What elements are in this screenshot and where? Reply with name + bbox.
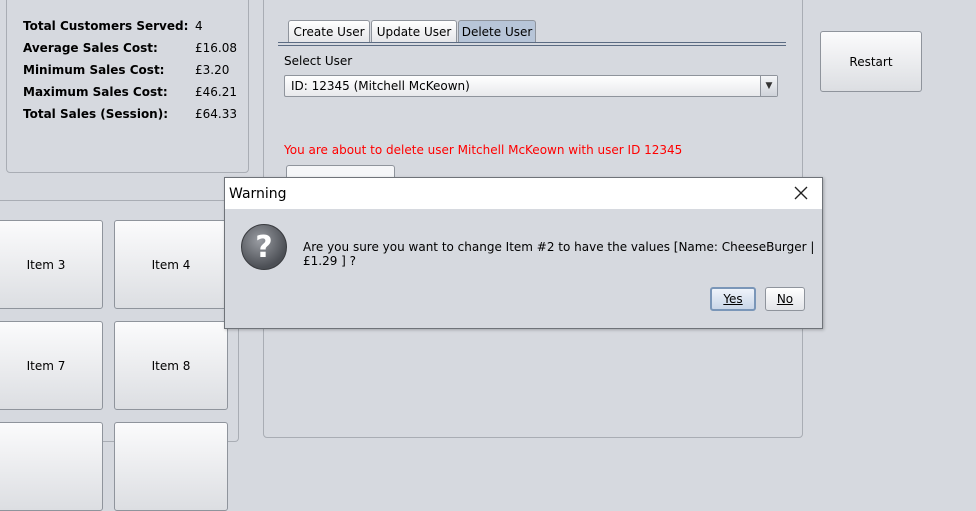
- item-button[interactable]: Item 3: [0, 220, 103, 309]
- item-button-partial[interactable]: [114, 422, 228, 511]
- stat-label: Average Sales Cost:: [23, 41, 158, 55]
- chevron-down-icon[interactable]: ▼: [760, 76, 777, 96]
- dialog-message: Are you sure you want to change Item #2 …: [303, 240, 815, 268]
- item-button-partial[interactable]: [0, 422, 103, 511]
- yes-button[interactable]: Yes: [710, 287, 756, 311]
- tab-create-user[interactable]: Create User: [288, 20, 370, 42]
- stat-value: £46.21: [195, 85, 237, 99]
- stats-panel: Total Customers Served: 4 Average Sales …: [6, 0, 249, 173]
- item-button[interactable]: Item 8: [114, 321, 228, 410]
- select-user-label: Select User: [284, 54, 353, 68]
- tab-divider: [278, 45, 786, 46]
- stat-value: £16.08: [195, 41, 237, 55]
- tab-divider: [278, 42, 786, 43]
- tab-update-user[interactable]: Update User: [371, 20, 457, 42]
- delete-warning-text: You are about to delete user Mitchell Mc…: [284, 143, 683, 157]
- stat-value: £3.20: [195, 63, 230, 77]
- no-button-label: No: [776, 292, 794, 306]
- question-icon: ?: [241, 224, 287, 270]
- stat-label: Minimum Sales Cost:: [23, 63, 165, 77]
- item-button[interactable]: Item 4: [114, 220, 228, 309]
- restart-button[interactable]: Restart: [820, 31, 922, 92]
- item-button[interactable]: Item 7: [0, 321, 103, 410]
- stat-label: Maximum Sales Cost:: [23, 85, 168, 99]
- user-select[interactable]: ID: 12345 (Mitchell McKeown) ▼: [284, 75, 778, 97]
- close-icon[interactable]: [792, 184, 810, 202]
- user-select-value: ID: 12345 (Mitchell McKeown): [291, 79, 470, 93]
- dialog-title: Warning: [229, 186, 287, 202]
- warning-dialog: Warning ? Are you sure you want to chang…: [224, 177, 823, 329]
- stat-value: 4: [195, 19, 203, 33]
- stat-label: Total Sales (Session):: [23, 107, 169, 121]
- dialog-titlebar: Warning: [225, 178, 822, 209]
- stat-value: £64.33: [195, 107, 237, 121]
- stat-label: Total Customers Served:: [23, 19, 189, 33]
- tab-delete-user[interactable]: Delete User: [458, 20, 536, 42]
- no-button[interactable]: No: [765, 287, 805, 311]
- yes-button-label: Yes: [723, 292, 743, 306]
